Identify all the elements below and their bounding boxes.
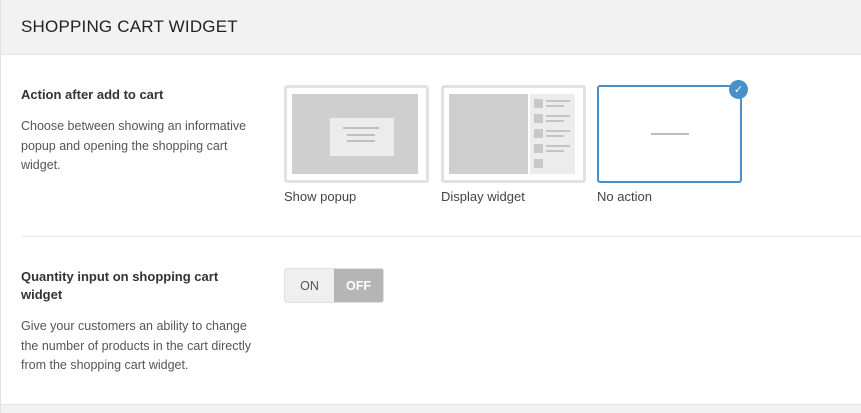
option-label: Show popup (284, 189, 357, 204)
settings-panel: SHOPPING CART WIDGET Action after add to… (0, 0, 861, 413)
option-label: Display widget (441, 189, 525, 204)
toggle-on-button[interactable]: ON (285, 269, 334, 302)
option-label: No action (597, 189, 652, 204)
panel-title: SHOPPING CART WIDGET (21, 17, 238, 36)
no-action-preview-icon: ✓ (597, 80, 748, 183)
action-setting-description: Choose between showing an informative po… (21, 119, 247, 172)
panel-header: SHOPPING CART WIDGET (1, 0, 861, 55)
quantity-setting-label: Quantity input on shopping cart widget (21, 269, 219, 302)
checkmark-icon: ✓ (729, 80, 748, 99)
action-after-add-row: Action after add to cart Choose between … (21, 80, 861, 237)
quantity-toggle[interactable]: ON OFF (284, 268, 384, 303)
popup-preview-icon (284, 85, 429, 183)
option-show-popup[interactable]: Show popup (284, 85, 429, 204)
option-no-action[interactable]: ✓ No action (597, 80, 748, 204)
dash-icon (651, 133, 689, 135)
widget-preview-icon (441, 85, 586, 183)
toggle-off-button[interactable]: OFF (334, 269, 383, 302)
action-setting-label: Action after add to cart (21, 87, 164, 102)
quantity-setting-description: Give your customers an ability to change… (21, 319, 251, 372)
option-display-widget[interactable]: Display widget (441, 85, 586, 204)
next-section-edge (1, 404, 861, 413)
